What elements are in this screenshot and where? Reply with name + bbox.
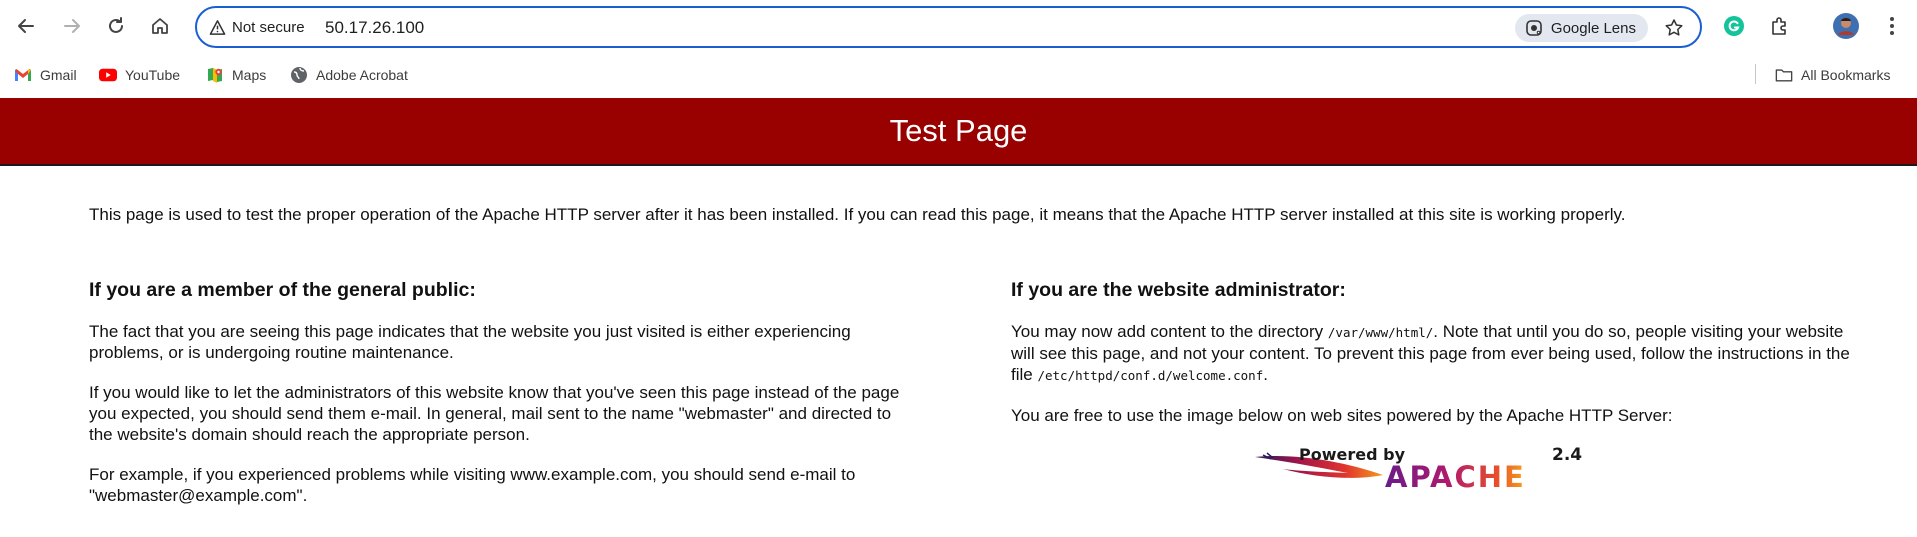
star-icon — [1665, 19, 1683, 36]
all-bookmarks-label: All Bookmarks — [1801, 67, 1891, 83]
browser-toolbar: Not secure 50.17.26.100 Google Lens — [0, 0, 1917, 55]
paragraph: If you would like to let the administrat… — [89, 383, 900, 444]
avatar-icon — [1833, 13, 1859, 39]
directory-paragraph: You may now add content to the directory… — [1011, 321, 1851, 386]
bookmark-adobe-acrobat[interactable]: Adobe Acrobat — [290, 64, 408, 86]
lens-icon — [1526, 20, 1542, 36]
page-title: Test Page — [889, 113, 1028, 148]
section-heading: If you are a member of the general publi… — [89, 279, 476, 301]
bookmark-label: Gmail — [40, 67, 77, 83]
paragraph: You are free to use the image below on w… — [1011, 406, 1673, 425]
maps-icon — [206, 66, 224, 84]
grammarly-icon — [1724, 16, 1744, 36]
powered-by-apache-logo: Powered by APACHE 2.4 — [1255, 445, 1582, 489]
warning-triangle-icon — [209, 19, 226, 35]
home-icon — [152, 18, 168, 34]
text-span: . — [1263, 365, 1268, 384]
paragraph: The fact that you are seeing this page i… — [89, 322, 851, 362]
bookmarks-bar: Gmail YouTube Maps Adobe Acrobat All Boo… — [0, 55, 1917, 95]
all-bookmarks-button[interactable]: All Bookmarks — [1775, 64, 1890, 86]
extensions-button[interactable] — [1764, 10, 1796, 42]
directory-path: /var/www/html/ — [1327, 325, 1434, 340]
globe-icon — [290, 66, 308, 84]
version-text: 2.4 — [1552, 445, 1582, 465]
folder-icon — [1775, 66, 1793, 84]
google-lens-button[interactable]: Google Lens — [1514, 14, 1648, 42]
forward-button[interactable] — [55, 9, 89, 43]
bookmark-label: Adobe Acrobat — [316, 67, 408, 83]
section-heading: If you are the website administrator: — [1011, 279, 1346, 301]
paragraph: For example, if you experienced problems… — [89, 465, 856, 505]
profile-avatar-button[interactable] — [1830, 10, 1862, 42]
home-button[interactable] — [143, 9, 177, 43]
bookmark-youtube[interactable]: YouTube — [99, 64, 180, 86]
address-bar[interactable]: Not secure 50.17.26.100 Google Lens — [195, 6, 1702, 48]
grammarly-extension-button[interactable] — [1718, 10, 1750, 42]
lens-label: Google Lens — [1550, 19, 1636, 37]
more-vertical-icon — [1890, 17, 1894, 35]
intro-paragraph: This page is used to test the proper ope… — [89, 205, 1626, 224]
bookmark-star-button[interactable] — [1660, 14, 1688, 42]
reload-icon — [109, 17, 123, 33]
bookmark-gmail[interactable]: Gmail — [14, 64, 77, 86]
security-label: Not secure — [232, 18, 305, 36]
forward-arrow-icon — [64, 19, 80, 33]
apache-wordmark: APACHE — [1385, 460, 1526, 489]
bookmark-label: YouTube — [125, 67, 181, 83]
bookmark-maps[interactable]: Maps — [206, 64, 266, 86]
back-arrow-icon — [18, 19, 34, 33]
reload-button[interactable] — [99, 9, 133, 43]
general-public-section: If you are a member of the general publi… — [89, 278, 909, 525]
youtube-icon — [99, 66, 117, 84]
administrator-section: If you are the website administrator: Yo… — [1011, 278, 1851, 445]
bookmark-label: Maps — [232, 67, 267, 83]
bookmarks-divider — [1755, 64, 1756, 84]
security-chip[interactable]: Not secure — [205, 14, 309, 40]
url-text[interactable]: 50.17.26.100 — [325, 18, 424, 38]
gmail-icon — [14, 66, 32, 84]
back-button[interactable] — [9, 9, 43, 43]
puzzle-icon — [1772, 17, 1786, 35]
page-banner: Test Page — [0, 98, 1917, 166]
config-file-path: /etc/httpd/conf.d/welcome.conf — [1037, 368, 1264, 383]
text-span: You may now add content to the directory — [1011, 322, 1328, 341]
browser-menu-button[interactable] — [1876, 10, 1908, 42]
